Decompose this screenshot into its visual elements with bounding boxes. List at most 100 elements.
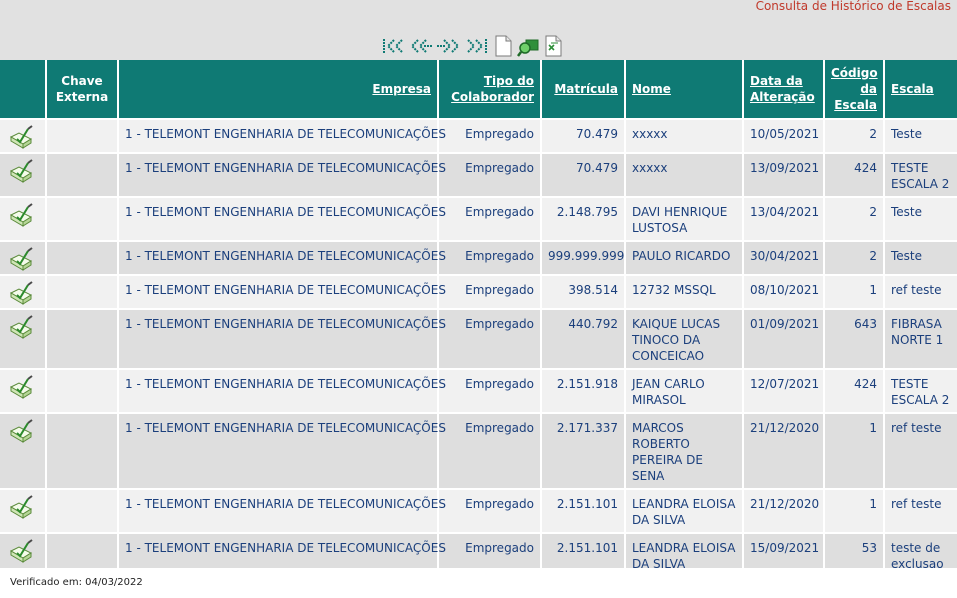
cell-matricula: 2.151.101 [542,534,624,568]
cell-nome: DAVI HENRIQUE LUSTOSA [626,198,742,242]
top-area: Consulta de Histórico de Escalas [0,0,957,60]
cell-tipo-colaborador: Empregado [439,154,540,198]
export-excel-icon[interactable] [542,34,564,58]
footer: Verificado em: 04/03/2022 [10,577,143,588]
sort-empresa-link[interactable]: Empresa [372,82,431,96]
cell-data-alteracao: 21/12/2020 [744,490,823,534]
cell-empresa: 1 - TELEMONT ENGENHARIA DE TELECOMUNICAÇ… [119,534,446,568]
cell-codigo-escala: 1 [825,276,883,310]
cell-chave-externa [47,490,117,534]
edit-icon[interactable] [8,538,36,566]
cell-empresa: 1 - TELEMONT ENGENHARIA DE TELECOMUNICAÇ… [119,154,446,198]
cell-chave-externa [47,154,117,198]
cell-data-alteracao: 13/04/2021 [744,198,823,242]
cell-codigo-escala: 2 [825,198,883,242]
edit-icon[interactable] [8,280,36,308]
cell-tipo-colaborador: Empregado [439,310,540,370]
sort-data-link[interactable]: Data da Alteração [750,74,815,104]
edit-icon[interactable] [8,418,36,446]
sort-escala-link[interactable]: Escala [891,82,934,96]
cell-data-alteracao: 15/09/2021 [744,534,823,568]
cell-codigo-escala: 424 [825,154,883,198]
escala-line2: ESCALA 2 [891,177,950,191]
escala-line1: Teste [891,205,923,219]
search-filter-icon[interactable] [517,34,539,58]
edit-icon[interactable] [8,124,36,152]
header-codigo-line3: Escala [834,98,877,112]
header-escala: Escala [885,60,957,120]
sort-codigo-link[interactable]: Código da Escala [831,66,878,112]
escala-line2: NORTE 1 [891,333,944,347]
cell-escala: ref teste [885,276,957,310]
edit-icon[interactable] [8,494,36,522]
first-page-icon[interactable] [381,36,408,56]
header-data-alteracao: Data da Alteração [744,60,823,120]
cell-chave-externa [47,276,117,310]
cell-matricula: 2.151.101 [542,490,624,534]
last-page-icon[interactable] [462,36,489,56]
table-row: 1 - TELEMONT ENGENHARIA DE TELECOMUNICAÇ… [0,310,957,370]
cell-tipo-colaborador: Empregado [439,120,540,154]
cell-chave-externa [47,414,117,490]
header-tipo-colaborador: Tipo do Colaborador [439,60,540,120]
row-edit-cell [0,414,45,490]
escala-line1: ref teste [891,421,942,435]
cell-codigo-escala: 424 [825,370,883,414]
escala-line1: FIBRASA [891,317,942,331]
nome-line1: xxxxx [632,161,668,175]
nome-line2: DA SILVA [632,557,686,568]
header-nome: Nome [626,60,742,120]
sort-nome-link[interactable]: Nome [632,82,671,96]
table-row: 1 - TELEMONT ENGENHARIA DE TELECOMUNICAÇ… [0,120,957,154]
cell-escala: teste de exclusao [885,534,957,568]
page-title: Consulta de Histórico de Escalas [755,0,951,13]
header-codigo-line1: Código [831,66,878,80]
cell-chave-externa [47,310,117,370]
escala-line1: teste de [891,541,941,555]
row-edit-cell [0,154,45,198]
cell-data-alteracao: 12/07/2021 [744,370,823,414]
cell-escala: ref teste [885,414,957,490]
row-edit-cell [0,120,45,154]
edit-icon[interactable] [8,246,36,274]
header-data-line2: Alteração [750,90,815,104]
sort-matricula-link[interactable]: Matrícula [554,82,618,96]
header-empresa: Empresa [119,60,437,120]
row-edit-cell [0,370,45,414]
header-chave-externa: Chave Externa [47,60,117,120]
table-row: 1 - TELEMONT ENGENHARIA DE TELECOMUNICAÇ… [0,242,957,276]
cell-codigo-escala: 53 [825,534,883,568]
cell-escala: TESTE ESCALA 2 [885,370,957,414]
cell-chave-externa [47,534,117,568]
cell-matricula: 440.792 [542,310,624,370]
sort-tipo-link[interactable]: Tipo do Colaborador [451,74,534,104]
nome-line1: LEANDRA ELOISA [632,497,736,511]
edit-icon[interactable] [8,202,36,230]
cell-tipo-colaborador: Empregado [439,414,540,490]
nome-line2: MIRASOL [632,393,686,407]
edit-icon[interactable] [8,158,36,186]
cell-nome: MARCOS ROBERTO PEREIRA DE SENA [626,414,742,490]
next-page-icon[interactable] [435,36,462,56]
cell-data-alteracao: 30/04/2021 [744,242,823,276]
edit-icon[interactable] [8,314,36,342]
cell-tipo-colaborador: Empregado [439,242,540,276]
pagination-toolbar [381,34,564,58]
cell-data-alteracao: 10/05/2021 [744,120,823,154]
new-document-icon[interactable] [492,34,514,58]
previous-page-icon[interactable] [408,36,435,56]
cell-escala: Teste [885,242,957,276]
escala-line1: TESTE [891,377,929,391]
cell-codigo-escala: 1 [825,414,883,490]
nome-line2: DA SILVA [632,513,686,527]
escala-line2: ESCALA 2 [891,393,950,407]
cell-empresa: 1 - TELEMONT ENGENHARIA DE TELECOMUNICAÇ… [119,490,446,534]
edit-icon[interactable] [8,374,36,402]
cell-chave-externa [47,198,117,242]
cell-matricula: 2.148.795 [542,198,624,242]
escala-line1: ref teste [891,497,942,511]
cell-data-alteracao: 21/12/2020 [744,414,823,490]
row-edit-cell [0,276,45,310]
cell-empresa: 1 - TELEMONT ENGENHARIA DE TELECOMUNICAÇ… [119,198,446,242]
cell-data-alteracao: 08/10/2021 [744,276,823,310]
